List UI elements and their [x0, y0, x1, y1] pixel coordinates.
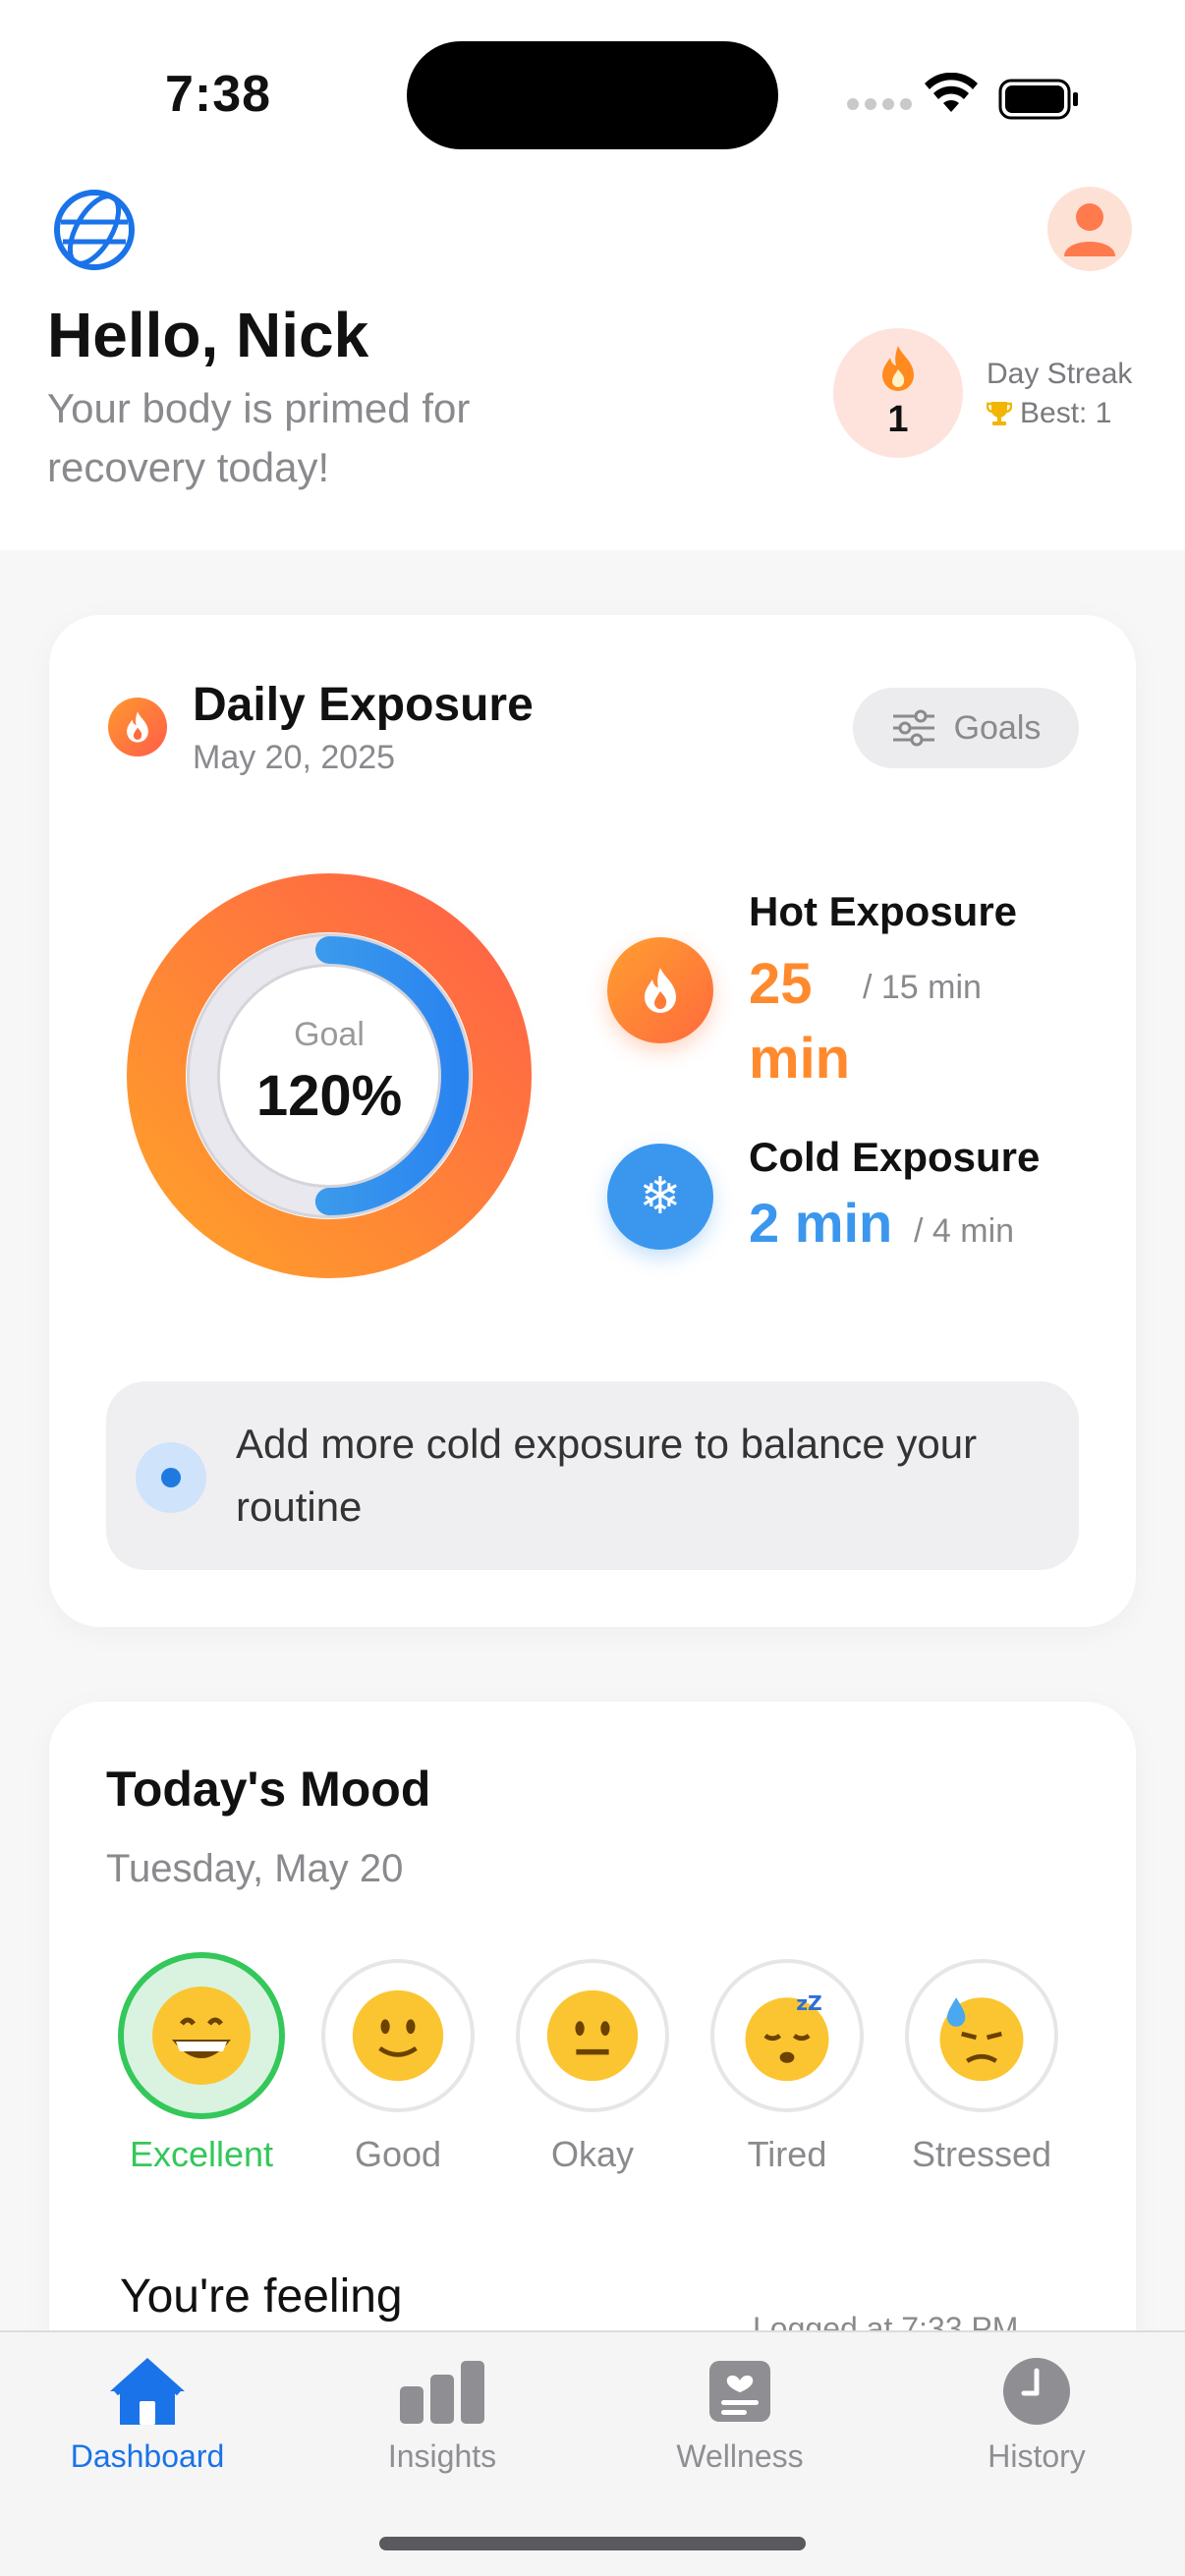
flame-icon — [882, 346, 914, 391]
goals-button[interactable]: Goals — [853, 688, 1079, 768]
exposure-title: Daily Exposure — [193, 679, 534, 731]
streak-best: Best: 1 — [987, 397, 1111, 430]
smiling-face-icon — [321, 1959, 475, 2112]
tab-history[interactable]: History — [919, 2350, 1155, 2475]
greeting-title: Hello, Nick — [47, 300, 369, 370]
hot-exposure-goal: / 15 min — [863, 969, 982, 1006]
flame-icon — [108, 698, 167, 756]
tab-label: Insights — [387, 2438, 497, 2474]
mood-option-excellent[interactable]: Excellent — [118, 1952, 285, 2175]
streak-best-text: Best: 1 — [1020, 397, 1112, 429]
exposure-date: May 20, 2025 — [193, 739, 396, 776]
bar-chart-icon — [400, 2361, 484, 2424]
hot-flame-icon — [607, 937, 713, 1043]
mood-label: Tired — [747, 2134, 827, 2174]
globe-icon[interactable] — [51, 187, 138, 273]
greeting-subtitle: Your body is primed for recovery today! — [47, 385, 471, 490]
profile-avatar[interactable] — [1047, 187, 1132, 271]
cold-exposure-goal: / 4 min — [914, 1212, 1015, 1250]
hot-exposure-value: 25 min — [749, 952, 851, 1091]
mood-option-stressed[interactable]: Stressed — [898, 1959, 1065, 2175]
streak-label: Day Streak — [987, 358, 1133, 390]
wifi-icon — [925, 73, 978, 112]
grinning-face-icon — [118, 1952, 285, 2119]
recommendation-tip: Add more cold exposure to balance your r… — [106, 1381, 1079, 1570]
mood-option-tired[interactable]: zZ Tired — [704, 1959, 871, 2175]
clock-icon — [1003, 2358, 1070, 2425]
trophy-icon — [987, 402, 1012, 425]
battery-icon — [998, 79, 1078, 120]
goals-label: Goals — [953, 708, 1042, 747]
cellular-signal-icon — [847, 98, 912, 110]
mood-option-okay[interactable]: Okay — [509, 1959, 676, 2175]
sliders-icon — [892, 709, 934, 747]
mood-label: Stressed — [911, 2134, 1052, 2174]
mood-date: Tuesday, May 20 — [106, 1847, 404, 1890]
streak-count: 1 — [887, 399, 909, 440]
tab-label: Dashboard — [70, 2438, 225, 2474]
mood-label: Okay — [550, 2134, 635, 2174]
mood-option-good[interactable]: Good — [314, 1959, 481, 2175]
tip-text: Add more cold exposure to balance your r… — [236, 1421, 978, 1530]
person-icon — [1064, 203, 1115, 256]
tab-label: Wellness — [676, 2438, 804, 2474]
feeling-text: You're feeling — [120, 2270, 403, 2323]
cold-exposure-value: 2 min — [749, 1192, 893, 1254]
neutral-face-icon — [516, 1959, 669, 2112]
cold-exposure-title: Cold Exposure — [749, 1134, 1041, 1180]
mood-label: Excellent — [129, 2134, 274, 2174]
tab-label: History — [988, 2438, 1086, 2474]
mood-title: Today's Mood — [106, 1762, 431, 1817]
tab-dashboard[interactable]: Dashboard — [29, 2350, 265, 2475]
dynamic-island — [407, 41, 778, 149]
screen: 7:38 Hello, Nick Your body is primed for… — [0, 0, 1185, 2576]
downcast-sweat-face-icon — [905, 1959, 1058, 2112]
daily-exposure-card: Daily Exposure May 20, 2025 Goals Goal 1… — [49, 615, 1136, 1627]
goal-percent: 120% — [255, 1064, 403, 1128]
tab-insights[interactable]: Insights — [324, 2350, 560, 2475]
status-time: 7:38 — [165, 66, 272, 123]
tab-wellness[interactable]: Wellness — [622, 2350, 858, 2475]
wellness-icon — [709, 2361, 770, 2422]
home-indicator — [379, 2537, 806, 2550]
house-icon — [110, 2358, 185, 2425]
sleeping-face-icon: zZ — [710, 1959, 864, 2112]
goal-label: Goal — [294, 1016, 365, 1053]
svg-text:zZ: zZ — [796, 1991, 822, 2015]
hot-exposure-title: Hot Exposure — [749, 888, 1018, 934]
snowflake-icon: ❄ — [607, 1144, 713, 1250]
mood-label: Good — [354, 2134, 442, 2174]
